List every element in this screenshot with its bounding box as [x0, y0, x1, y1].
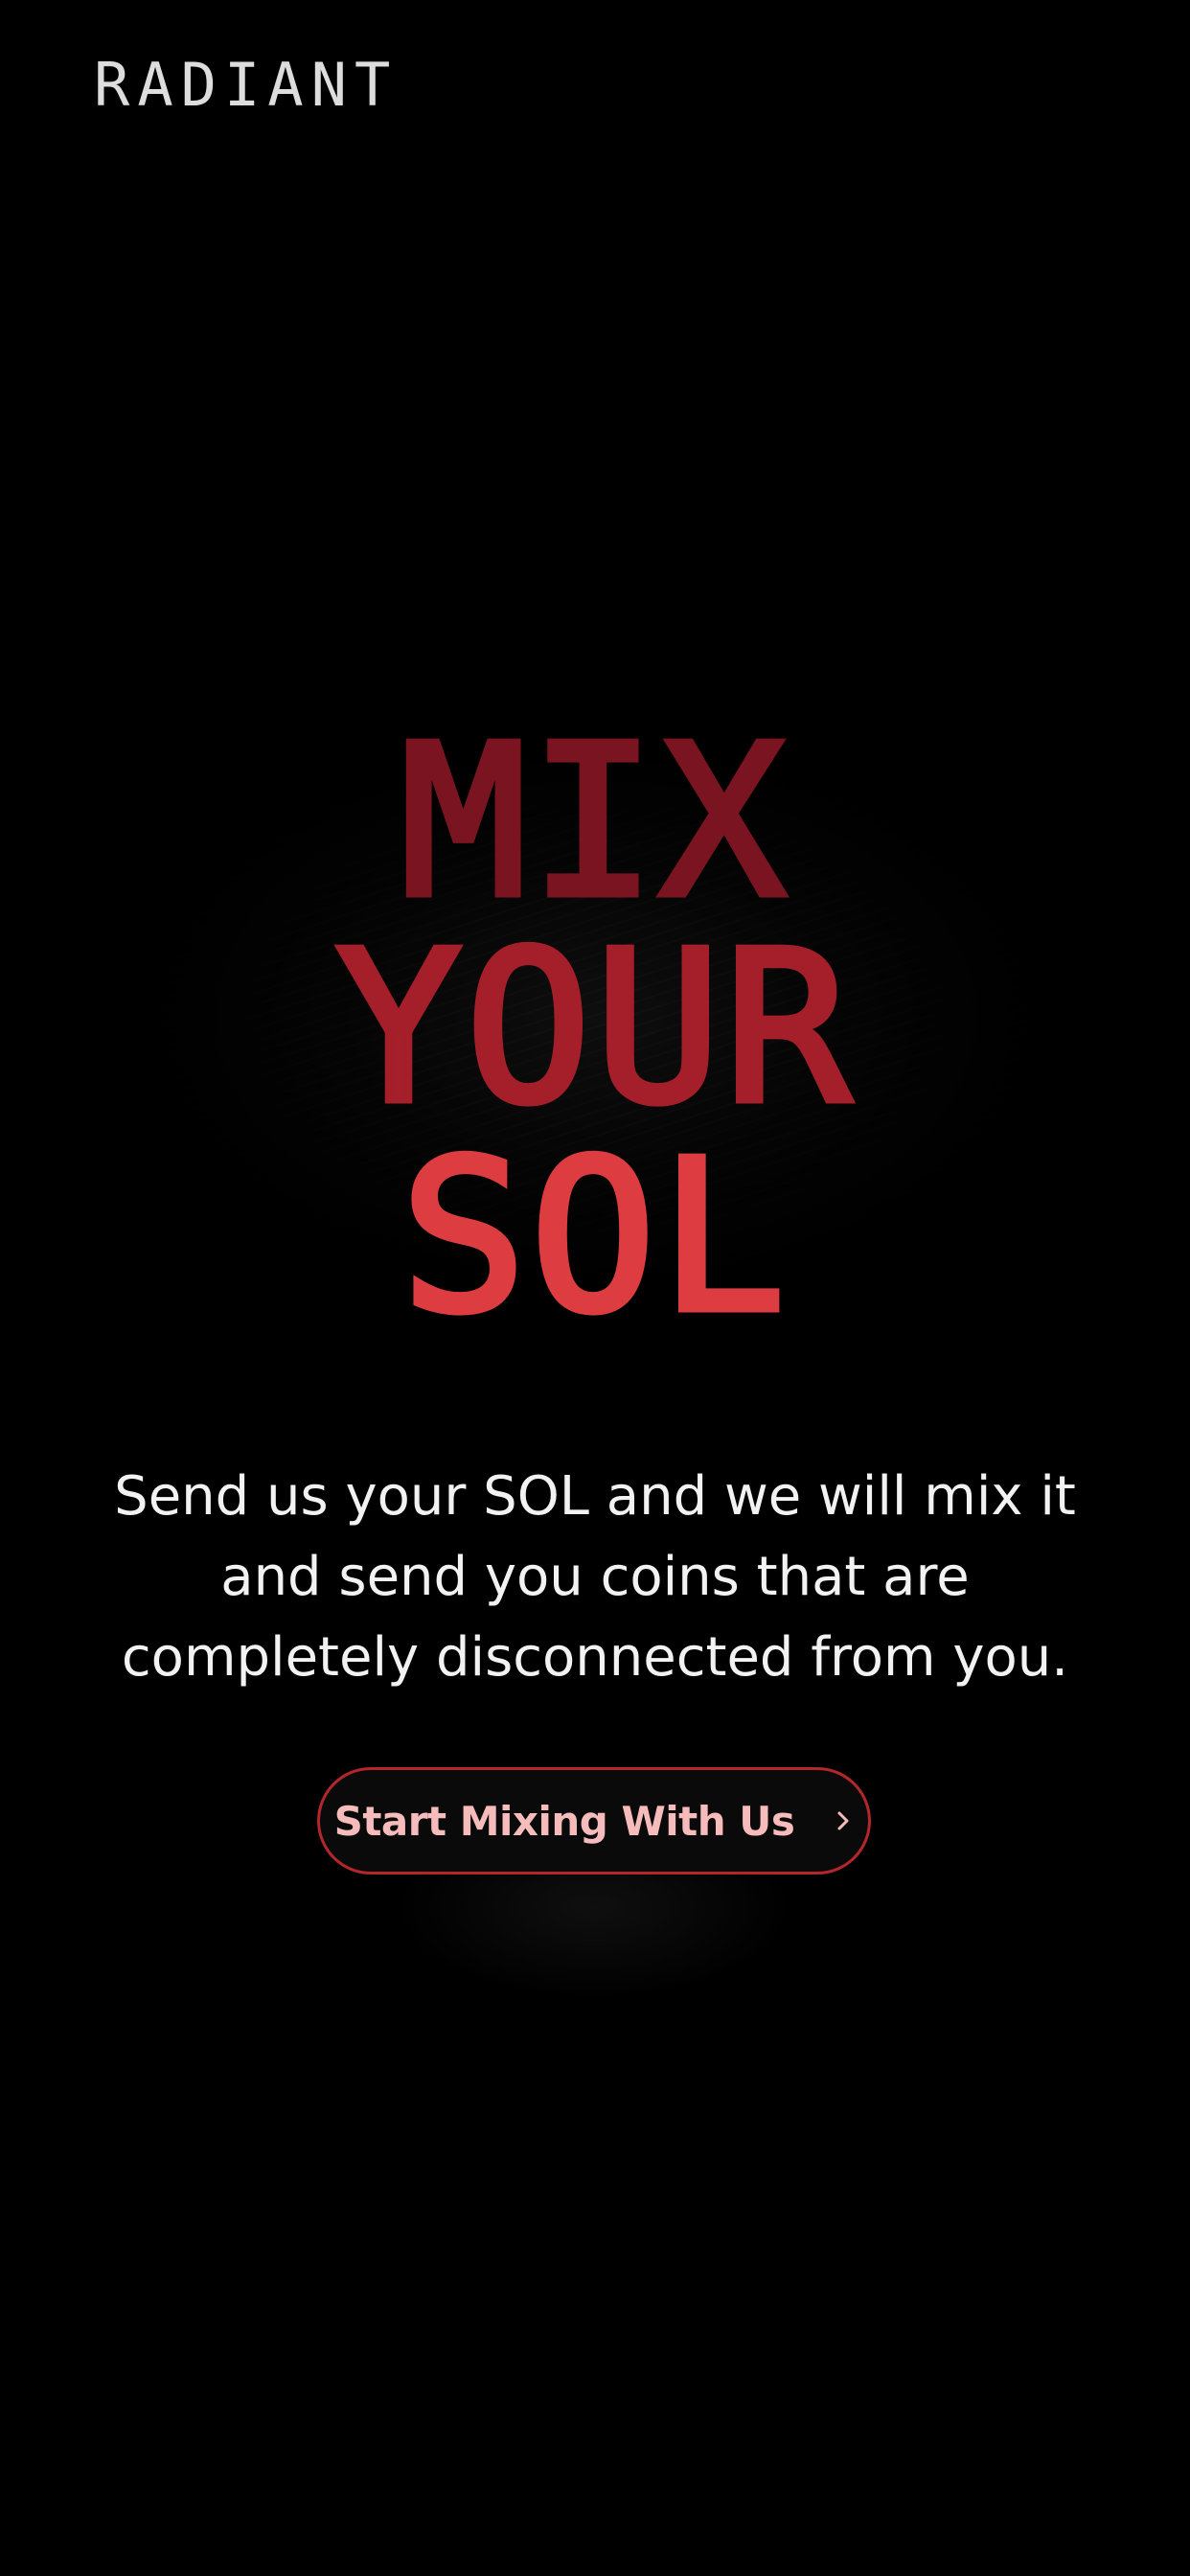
hero-tagline: Send us your SOL and we will mix it and … [114, 1465, 1076, 1689]
hero-headline-line-2: YOUR [0, 921, 1190, 1137]
hero-headline-line-3: SOL [0, 1130, 1190, 1346]
landing-page: RADIANT MIX YOUR SOL Send us your SOL an… [0, 0, 1190, 2576]
start-mixing-button[interactable]: Start Mixing With Us [317, 1767, 871, 1874]
brand-logo[interactable]: RADIANT [94, 56, 398, 115]
hero-headline-line-1: MIX [0, 715, 1190, 931]
hero-headline-line-3-text: SOL [398, 1116, 790, 1359]
chevron-right-icon [833, 1810, 854, 1831]
hero-headline-line-2-text: YOUR [332, 908, 855, 1150]
start-mixing-button-label: Start Mixing With Us [333, 1797, 795, 1845]
